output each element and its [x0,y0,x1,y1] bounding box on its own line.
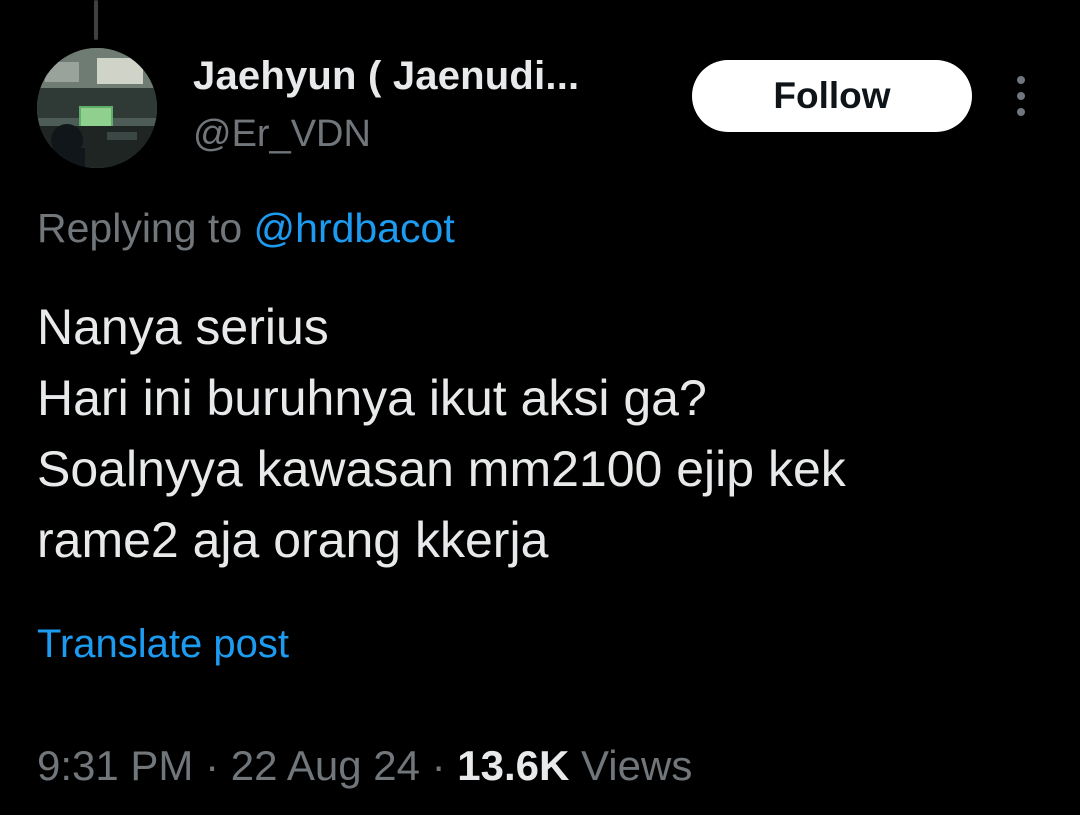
more-dot [1017,108,1025,116]
views-label[interactable]: Views [581,742,692,789]
meta-separator: · [205,742,220,789]
follow-button[interactable]: Follow [692,60,972,132]
post-text: Nanya serius Hari ini buruhnya ikut aksi… [37,292,1047,576]
author-handle[interactable]: @Er_VDN [193,113,371,156]
post-metadata: 9:31 PM · 22 Aug 24 · 13.6K Views [37,742,692,790]
translate-post-link[interactable]: Translate post [37,622,289,667]
more-dot [1017,92,1025,100]
post-line: Hari ini buruhnya ikut aksi ga? [37,370,707,426]
avatar-image [37,48,157,168]
reply-context: Replying to @hrdbacot [37,205,455,252]
avatar[interactable] [37,48,157,168]
meta-separator: · [431,742,446,789]
views-count[interactable]: 13.6K [457,742,569,789]
author-display-name[interactable]: Jaehyun ( Jaenudi... [193,54,579,99]
post-line: Nanya serius [37,299,329,355]
thread-connector-line [94,0,98,40]
post-date[interactable]: 22 Aug 24 [231,742,420,789]
reply-mention-link[interactable]: @hrdbacot [254,205,455,251]
post-time[interactable]: 9:31 PM [37,742,193,789]
post-line: rame2 aja orang kkerja [37,512,549,568]
post-line: Soalnyya kawasan mm2100 ejip kek [37,441,846,497]
reply-context-prefix: Replying to [37,205,243,251]
more-vertical-icon[interactable] [1008,76,1034,116]
more-dot [1017,76,1025,84]
